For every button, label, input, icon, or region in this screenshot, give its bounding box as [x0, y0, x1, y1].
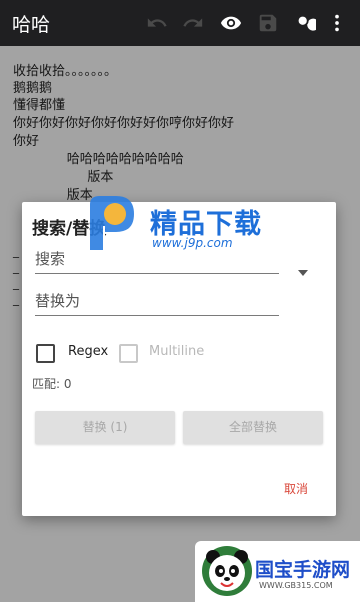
- app-bar: 哈哈: [0, 0, 360, 46]
- j9p-watermark: 精品下载 www.j9p.com: [84, 192, 324, 256]
- editor-line: 懂得都懂: [13, 98, 66, 113]
- gb315-watermark-url: WWW.GB315.COM: [259, 581, 333, 590]
- match-count: 匹配: 0: [32, 377, 72, 391]
- search-icon[interactable]: [294, 12, 316, 34]
- gb315-watermark: 国宝手游网 WWW.GB315.COM: [195, 541, 360, 602]
- regex-label: Regex: [68, 344, 109, 359]
- j9p-logo-icon: [90, 196, 134, 250]
- undo-icon[interactable]: [146, 12, 168, 34]
- redo-icon[interactable]: [182, 12, 204, 34]
- editor-line: _: [13, 260, 19, 274]
- editor-line: 版本: [13, 170, 114, 185]
- editor-line: _: [13, 292, 19, 306]
- chevron-down-icon[interactable]: [298, 270, 308, 276]
- multiline-label: Multiline: [149, 344, 205, 359]
- editor-line: _: [13, 276, 19, 290]
- editor-line: 你好你好你好你好你好好你哼你好你好: [13, 116, 235, 131]
- save-icon[interactable]: [257, 12, 279, 34]
- panda-logo-icon: [202, 546, 252, 596]
- more-vert-icon[interactable]: [326, 12, 348, 34]
- replace-button[interactable]: 替换 (1): [35, 411, 175, 444]
- cancel-button[interactable]: 取消: [284, 480, 308, 497]
- gb315-watermark-title: 国宝手游网: [255, 559, 351, 581]
- replace-input[interactable]: 替换为: [35, 290, 279, 316]
- editor-line: _: [13, 244, 19, 258]
- replace-all-button[interactable]: 全部替换: [183, 411, 323, 444]
- editor-line: 你好: [13, 134, 40, 149]
- document-title: 哈哈: [12, 14, 51, 36]
- editor-line: 哈哈哈哈哈哈哈哈哈: [13, 152, 184, 167]
- editor-line: 收拾收拾。。。。。。。: [13, 64, 118, 79]
- eye-icon[interactable]: [220, 12, 242, 34]
- editor-line: 鹅鹅鹅: [13, 81, 53, 96]
- multiline-checkbox[interactable]: [119, 344, 138, 363]
- j9p-watermark-url: www.j9p.com: [152, 236, 233, 250]
- regex-checkbox[interactable]: [36, 344, 55, 363]
